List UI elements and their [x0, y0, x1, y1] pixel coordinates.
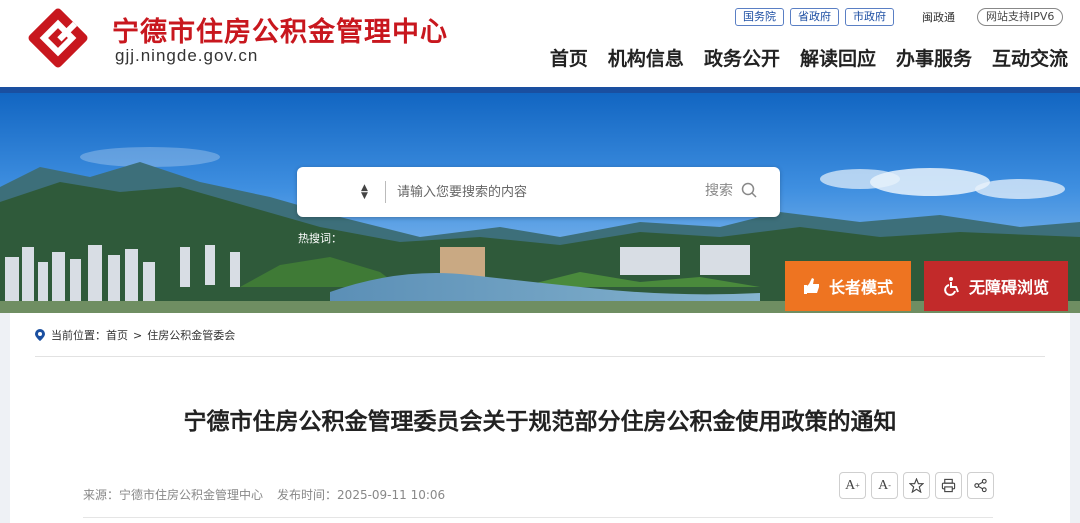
site-logo-icon[interactable]	[26, 6, 90, 70]
hand-icon	[803, 278, 819, 294]
source-label: 来源：	[83, 488, 120, 502]
link-state-council[interactable]: 国务院	[735, 8, 784, 26]
elder-mode-button[interactable]: 长者模式	[785, 261, 911, 311]
breadcrumb-committee[interactable]: 住房公积金管委会	[147, 327, 235, 343]
nav-interpretation[interactable]: 解读回应	[800, 44, 876, 71]
share-icon	[974, 478, 987, 493]
search-divider	[385, 181, 386, 203]
date-label: 发布时间：	[277, 488, 338, 502]
favorite-button[interactable]	[903, 472, 930, 499]
select-arrows-icon: ▲ ▼	[361, 183, 368, 201]
breadcrumb-label: 当前位置：	[51, 329, 106, 342]
accessible-browse-button[interactable]: 无障碍浏览	[924, 261, 1068, 311]
source-value: 宁德市住房公积金管理中心	[119, 488, 264, 502]
wheelchair-icon	[944, 277, 959, 296]
nav-interaction[interactable]: 互动交流	[992, 44, 1068, 71]
breadcrumb-divider	[35, 356, 1045, 357]
main-nav: 首页 机构信息 政务公开 解读回应 办事服务 互动交流	[530, 44, 1068, 71]
top-links: 国务院 省政府 市政府 闽政通 网站支持IPV6	[735, 8, 1064, 26]
location-pin-icon	[35, 329, 45, 341]
print-button[interactable]	[935, 472, 962, 499]
share-button[interactable]	[967, 472, 994, 499]
breadcrumb: 当前位置： 首页 > 住房公积金管委会	[35, 327, 235, 343]
font-increase-button[interactable]: A +	[839, 472, 866, 499]
font-decrease-letter: A	[878, 477, 889, 493]
site-domain: gjj.ningde.gov.cn	[115, 46, 259, 65]
accessible-browse-label: 无障碍浏览	[968, 278, 1049, 297]
article-meta: 来源：宁德市住房公积金管理中心 发布时间：2025-09-11 10:06	[83, 486, 445, 503]
link-province-gov[interactable]: 省政府	[790, 8, 839, 26]
star-icon	[909, 478, 924, 493]
search-input[interactable]	[397, 181, 687, 203]
search-box: ▲▼ 搜索	[297, 167, 780, 217]
minus-mark: -	[888, 481, 891, 490]
page: 宁德市住房公积金管理中心 gjj.ningde.gov.cn 国务院 省政府 市…	[0, 0, 1080, 523]
nav-services[interactable]: 办事服务	[896, 44, 972, 71]
nav-gov-affairs[interactable]: 政务公开	[704, 44, 780, 71]
search-scope-select[interactable]: ▲ ▼	[297, 167, 385, 217]
nav-home[interactable]: 首页	[550, 44, 588, 71]
font-decrease-button[interactable]: A-	[871, 472, 898, 499]
search-button-label: 搜索	[705, 183, 733, 199]
meta-divider	[83, 517, 993, 518]
font-increase-letter: A	[845, 477, 856, 493]
ipv6-badge: 网站支持IPV6	[977, 8, 1064, 26]
banner-top-strip	[0, 87, 1080, 93]
date-value: 2025-09-11 10:06	[337, 488, 446, 502]
search-icon	[741, 182, 757, 198]
article-tools: A + A-	[839, 472, 999, 499]
breadcrumb-home[interactable]: 首页	[106, 327, 128, 343]
breadcrumb-separator: >	[133, 328, 143, 342]
printer-icon	[941, 478, 956, 493]
link-mintong[interactable]: 闽政通	[922, 9, 955, 25]
site-title: 宁德市住房公积金管理中心	[112, 17, 448, 48]
article-panel: 当前位置： 首页 > 住房公积金管委会 宁德市住房公积金管理委员会关于规范部分住…	[10, 313, 1070, 523]
article-title: 宁德市住房公积金管理委员会关于规范部分住房公积金使用政策的通知	[183, 409, 897, 435]
plus-mark: +	[855, 481, 860, 490]
search-button[interactable]: 搜索	[705, 180, 757, 200]
nav-org-info[interactable]: 机构信息	[608, 44, 684, 71]
elder-mode-label: 长者模式	[828, 278, 893, 297]
site-header: 宁德市住房公积金管理中心 gjj.ningde.gov.cn 国务院 省政府 市…	[0, 0, 1080, 87]
hot-search-label: 热搜词：	[298, 232, 342, 245]
link-city-gov[interactable]: 市政府	[845, 8, 894, 26]
